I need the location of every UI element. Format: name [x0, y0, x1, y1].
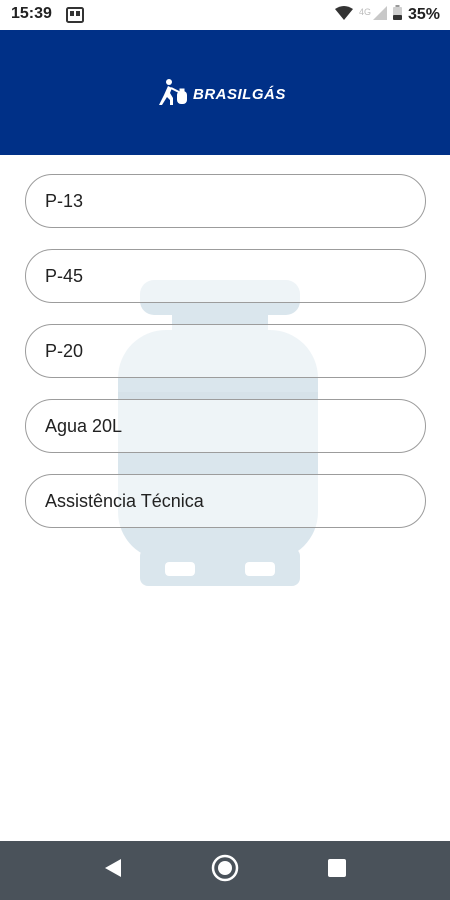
status-indicators: 4G 35%: [334, 5, 440, 25]
recents-button[interactable]: [312, 841, 362, 900]
delivery-man-logo-icon: [157, 78, 191, 111]
menu-item-label: Assistência Técnica: [45, 490, 204, 511]
system-navigation-bar: [0, 841, 450, 900]
menu-item-assistencia-tecnica[interactable]: Assistência Técnica: [25, 474, 426, 528]
back-icon: [104, 858, 122, 883]
menu-item-label: P-13: [45, 190, 84, 211]
home-icon: [211, 854, 239, 887]
product-menu-list: P-13 P-45 P-20 Agua 20L Assistência Técn…: [25, 174, 426, 549]
app-header: BRASILGÁS: [0, 30, 450, 155]
network-type-label: 4G: [358, 7, 371, 17]
wifi-icon: [334, 5, 353, 25]
menu-item-p45[interactable]: P-45: [25, 249, 426, 303]
menu-item-label: P-20: [45, 340, 84, 361]
menu-item-p20[interactable]: P-20: [25, 324, 426, 378]
signal-icon: [372, 5, 387, 25]
status-time: 15:39: [11, 5, 52, 22]
brand-name: BRASILGÁS: [193, 86, 286, 103]
status-bar: 15:39 4G 35%: [0, 0, 450, 30]
brand-logo: BRASILGÁS: [157, 78, 286, 111]
menu-item-p13[interactable]: P-13: [25, 174, 426, 228]
product-menu-screen: P-13 P-45 P-20 Agua 20L Assistência Técn…: [0, 155, 450, 841]
menu-item-label: Agua 20L: [45, 415, 123, 436]
battery-icon: [392, 5, 402, 25]
menu-item-label: P-45: [45, 265, 84, 286]
back-button[interactable]: [88, 841, 138, 900]
gallery-notification-icon: [66, 7, 84, 28]
menu-item-agua-20l[interactable]: Agua 20L: [25, 399, 426, 453]
recents-icon: [328, 859, 346, 882]
battery-percentage: 35%: [407, 6, 440, 23]
home-button[interactable]: [200, 841, 250, 900]
